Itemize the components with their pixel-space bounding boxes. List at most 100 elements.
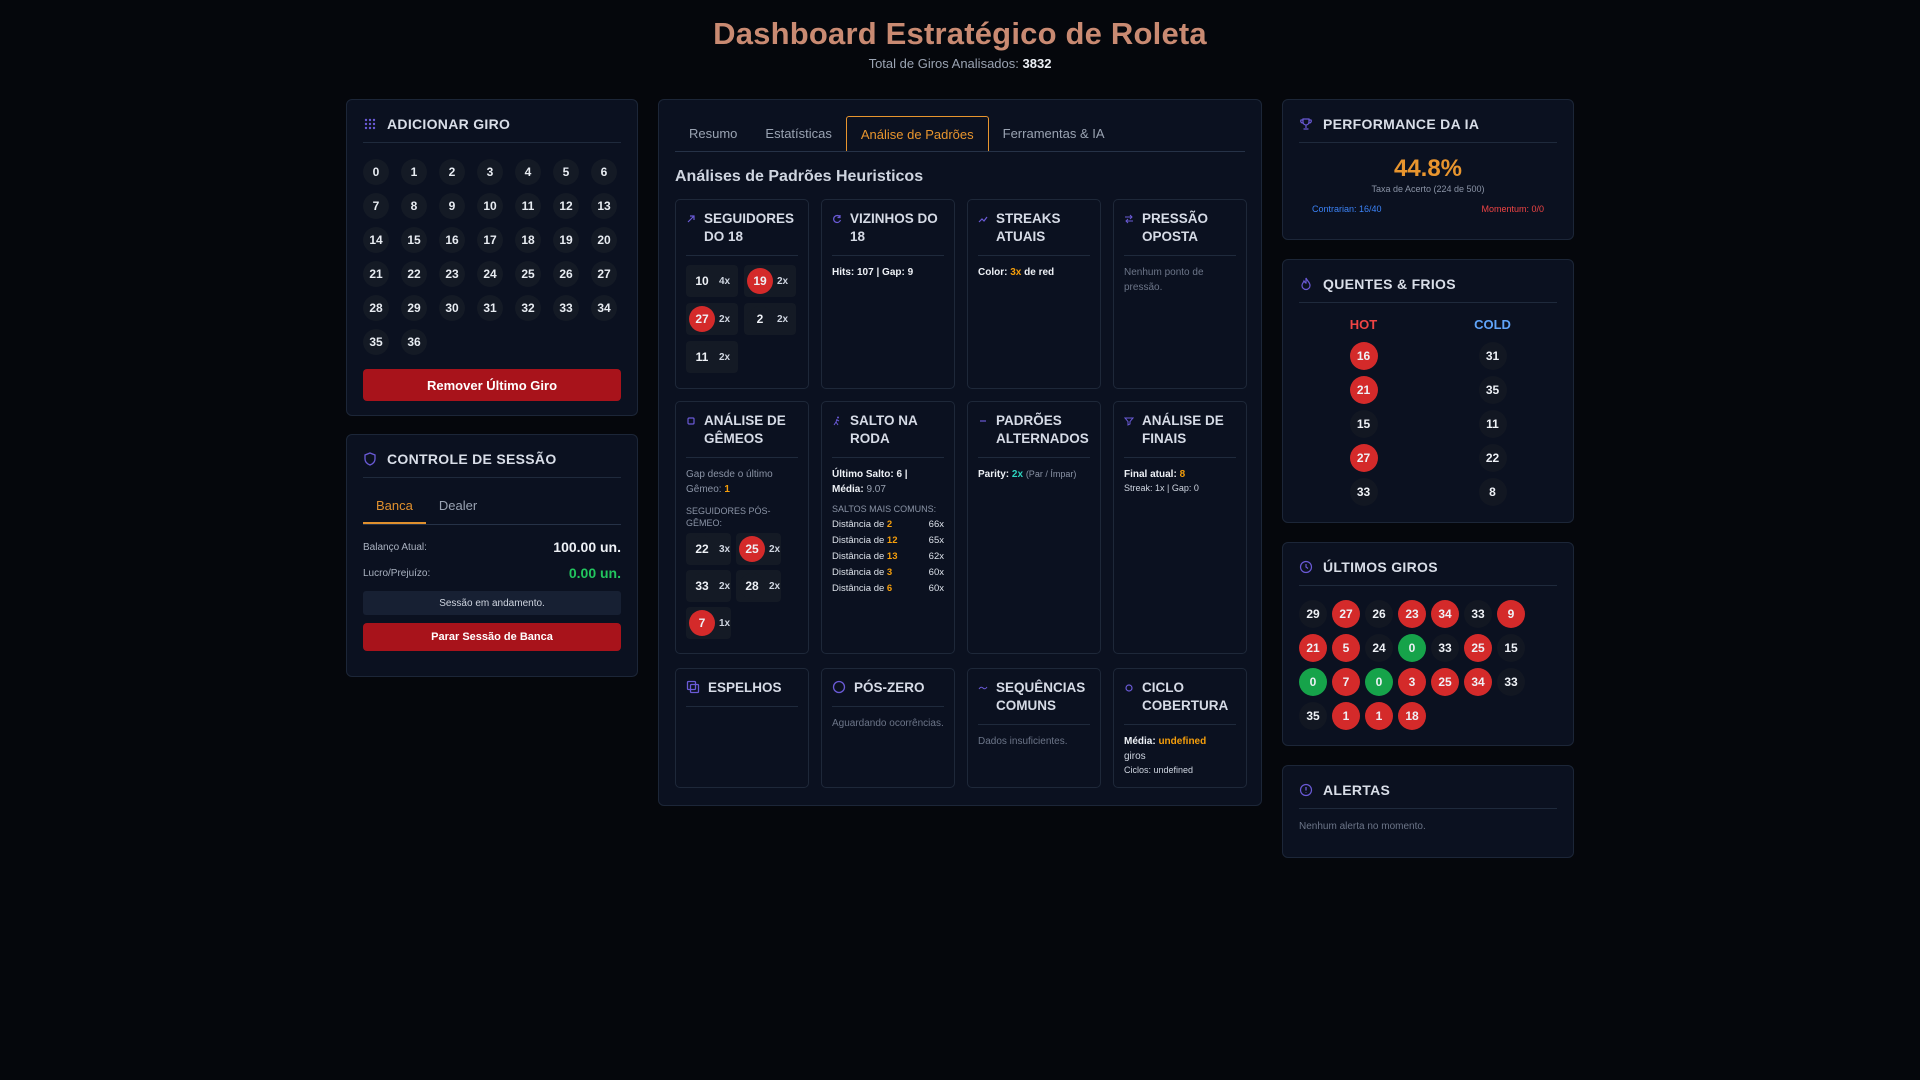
- jump-distance-row: Distância de 12 65x: [832, 533, 944, 549]
- recent-spin: 3: [1398, 668, 1426, 696]
- number-button-8[interactable]: 8: [401, 193, 427, 219]
- endings-current: Final atual: 8: [1124, 467, 1236, 482]
- jump-distance-value: 13: [886, 551, 898, 562]
- number-button-19[interactable]: 19: [553, 227, 579, 253]
- twins-chips: 22 3x 25 2x 33 2x 28 2x 7 1x: [686, 533, 798, 639]
- tab-estatisticas[interactable]: Estatísticas: [751, 116, 845, 151]
- number-button-16[interactable]: 16: [439, 227, 465, 253]
- cycle-avg-suffix: giros: [1124, 751, 1146, 762]
- chip-number: 25: [739, 536, 765, 562]
- number-button-24[interactable]: 24: [477, 261, 503, 287]
- refresh-icon: [832, 214, 842, 224]
- number-button-4[interactable]: 4: [515, 159, 541, 185]
- cycle-avg-label: Média:: [1124, 736, 1156, 747]
- number-button-22[interactable]: 22: [401, 261, 427, 287]
- stop-session-button[interactable]: Parar Sessão de Banca: [363, 623, 621, 651]
- number-button-9[interactable]: 9: [439, 193, 465, 219]
- number-button-28[interactable]: 28: [363, 295, 389, 321]
- jump-distance-count: 60x: [928, 583, 944, 594]
- alert-icon: [1299, 783, 1313, 797]
- card-title-text: SEGUIDORES DO 18: [704, 211, 795, 244]
- number-button-26[interactable]: 26: [553, 261, 579, 287]
- number-button-25[interactable]: 25: [515, 261, 541, 287]
- tab-banca[interactable]: Banca: [363, 492, 426, 524]
- number-button-30[interactable]: 30: [439, 295, 465, 321]
- circle-icon: [832, 680, 846, 694]
- copy-icon: [686, 416, 696, 426]
- number-button-33[interactable]: 33: [553, 295, 579, 321]
- tab-analise-padroes[interactable]: Análise de Padrões: [845, 116, 989, 151]
- tab-ferramentas-ia[interactable]: Ferramentas & IA: [989, 116, 1119, 151]
- tab-dealer[interactable]: Dealer: [426, 492, 490, 524]
- cold-number: 22: [1478, 444, 1507, 472]
- jump-distance-count: 60x: [928, 567, 944, 578]
- card-alternating: PADRÕES ALTERNADOS Parity: 2x (Par / Ímp…: [967, 401, 1101, 654]
- number-button-12[interactable]: 12: [553, 193, 579, 219]
- endings-value: 8: [1179, 469, 1186, 480]
- number-button-15[interactable]: 15: [401, 227, 427, 253]
- number-button-27[interactable]: 27: [591, 261, 617, 287]
- recent-spin: 18: [1398, 702, 1426, 730]
- card-pressure: PRESSÃO OPOSTA Nenhum ponto de pressão.: [1113, 199, 1247, 389]
- number-button-20[interactable]: 20: [591, 227, 617, 253]
- chip-count: 2x: [777, 275, 789, 287]
- twins-gap-value: 1: [724, 484, 730, 495]
- number-button-36[interactable]: 36: [401, 329, 427, 355]
- number-button-29[interactable]: 29: [401, 295, 427, 321]
- card-title-text: ANÁLISE DE GÊMEOS: [704, 413, 786, 446]
- jump-distance-value: 2: [886, 519, 893, 530]
- balance-value: 100.00 un.: [553, 539, 621, 555]
- alternating-text: Parity: 2x (Par / Ímpar): [978, 467, 1090, 482]
- jump-distance-label: Distância de 13: [832, 549, 898, 565]
- cold-number: 8: [1478, 478, 1507, 506]
- performance-rate: 44.8%: [1393, 155, 1463, 182]
- card-body: 10 4x 19 2x 27 2x 2 2x 11 2x: [686, 265, 798, 373]
- tab-resumo[interactable]: Resumo: [675, 116, 751, 151]
- number-button-17[interactable]: 17: [477, 227, 503, 253]
- number-button-10[interactable]: 10: [477, 193, 503, 219]
- performance-rate-block: 44.8% Taxa de Acerto (224 de 500): [1299, 155, 1557, 194]
- profit-value: 0.00 un.: [568, 565, 621, 581]
- cold-label: COLD: [1474, 317, 1511, 332]
- number-button-35[interactable]: 35: [363, 329, 389, 355]
- wave-icon: [978, 683, 988, 693]
- number-button-2[interactable]: 2: [439, 159, 465, 185]
- number-button-18[interactable]: 18: [515, 227, 541, 253]
- number-button-34[interactable]: 34: [591, 295, 617, 321]
- recent-spin: 26: [1365, 600, 1393, 628]
- recent-spin: 21: [1299, 634, 1327, 662]
- jump-distance-label: Distância de 3: [832, 565, 892, 581]
- endings-label: Final atual:: [1124, 469, 1177, 480]
- jump-distance-row: Distância de 13 62x: [832, 549, 944, 565]
- number-chip: 25 2x: [736, 533, 781, 565]
- jump-avg: Média: 9.07: [832, 482, 944, 497]
- number-button-1[interactable]: 1: [401, 159, 427, 185]
- number-button-13[interactable]: 13: [591, 193, 617, 219]
- recent-spin: 29: [1299, 600, 1327, 628]
- followers-chips: 10 4x 19 2x 27 2x 2 2x 11 2x: [686, 265, 798, 373]
- number-button-6[interactable]: 6: [591, 159, 617, 185]
- remove-last-spin-button[interactable]: Remover Último Giro: [363, 369, 621, 401]
- number-button-21[interactable]: 21: [363, 261, 389, 287]
- number-button-23[interactable]: 23: [439, 261, 465, 287]
- recent-spins-grid: 29 27 26 23 34 33 9 21 5 24 0 33 25 15 0 7 0 3 25 34 33 35 1 1 1…: [1299, 600, 1557, 730]
- number-button-31[interactable]: 31: [477, 295, 503, 321]
- recent-spin: 23: [1398, 600, 1426, 628]
- mirror-icon: [686, 680, 700, 694]
- alerts-title: ALERTAS: [1299, 782, 1557, 809]
- number-button-11[interactable]: 11: [515, 193, 541, 219]
- chip-count: 4x: [719, 275, 731, 287]
- jump-distance-count: 66x: [928, 519, 944, 530]
- number-button-3[interactable]: 3: [477, 159, 503, 185]
- recent-spin: 0: [1398, 634, 1426, 662]
- number-chip: 19 2x: [744, 265, 796, 297]
- session-status: Sessão em andamento.: [363, 591, 621, 615]
- card-sequences: SEQUÊNCIAS COMUNS Dados insuficientes.: [967, 668, 1101, 788]
- streaks-label: Color:: [978, 267, 1008, 278]
- number-button-7[interactable]: 7: [363, 193, 389, 219]
- number-button-14[interactable]: 14: [363, 227, 389, 253]
- sequences-text: Dados insuficientes.: [978, 736, 1068, 747]
- number-button-32[interactable]: 32: [515, 295, 541, 321]
- number-button-5[interactable]: 5: [553, 159, 579, 185]
- number-button-0[interactable]: 0: [363, 159, 389, 185]
